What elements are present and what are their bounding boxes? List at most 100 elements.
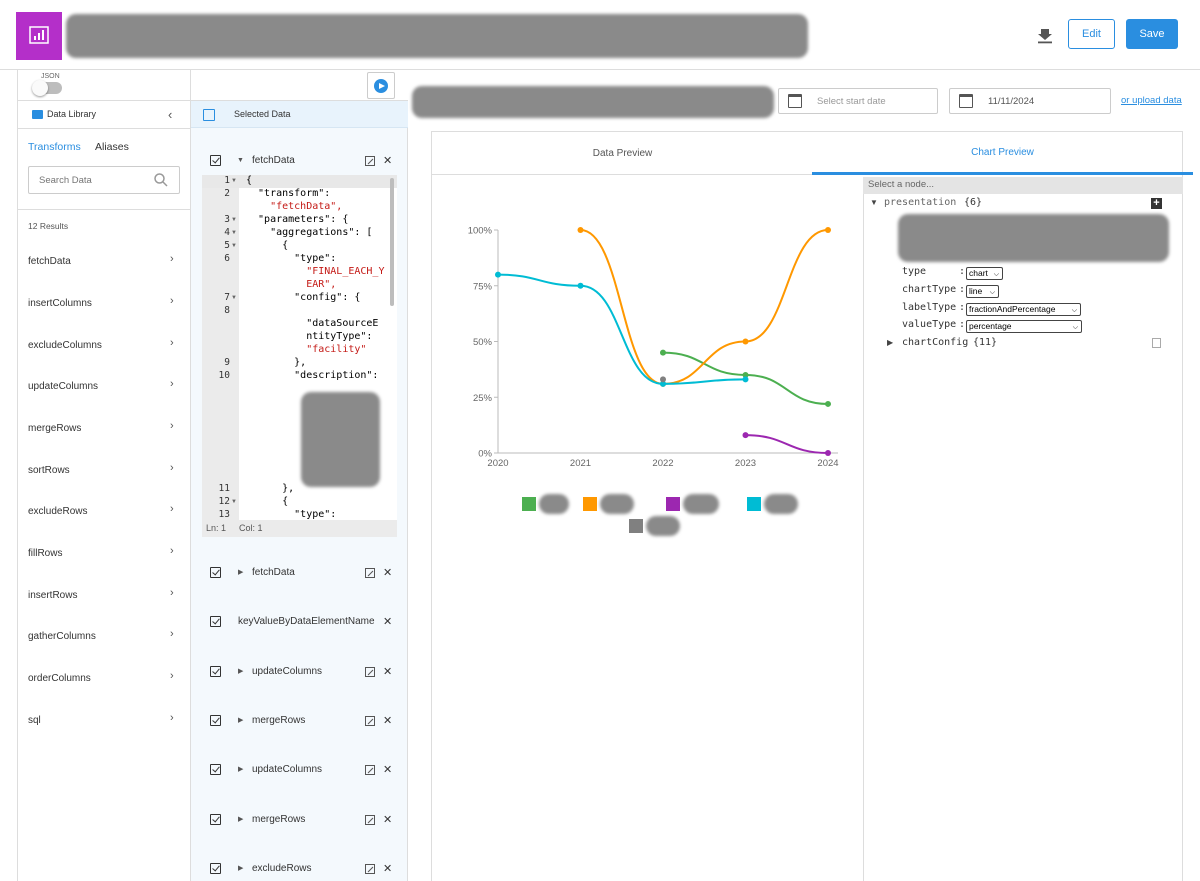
transform-item[interactable]: sortRows › [18,461,190,483]
collapse-chevron-icon[interactable]: ‹ [168,107,172,122]
search-input[interactable] [39,175,149,186]
code-line: { [246,496,289,507]
add-node-icon[interactable]: + [1151,198,1162,209]
node-search-input[interactable]: Select a node... [863,177,1183,194]
transform-item-label: sql [28,715,41,726]
transform-item-label: updateColumns [28,381,99,392]
legend-swatch[interactable] [583,497,597,511]
transform-item[interactable]: insertColumns › [18,294,190,316]
close-icon[interactable]: ✕ [383,862,392,875]
presentation-count: {6} [964,197,983,208]
collapse-arrow-icon[interactable]: ▼ [237,157,244,164]
fold-arrow-icon[interactable]: ▼ [231,243,237,249]
close-icon[interactable]: ✕ [383,714,392,727]
line-number: 8 [224,305,230,316]
tab-aliases[interactable]: Aliases [95,141,129,153]
expand-arrow-icon[interactable]: ▶ [238,716,243,724]
expand-arrow-icon[interactable]: ▶ [238,815,243,823]
transform-item[interactable]: updateColumns › [18,377,190,399]
data-point [660,376,666,383]
copy-icon[interactable] [1152,338,1161,348]
transform-item[interactable]: excludeColumns › [18,336,190,358]
legend-swatch[interactable] [629,519,643,533]
prop-value-select[interactable]: fractionAndPercentage ⌵ [966,303,1081,316]
prop-value-select[interactable]: chart ⌵ [966,267,1003,280]
series-line [497,273,746,385]
step-checkbox[interactable] [210,863,221,874]
save-button[interactable]: Save [1126,19,1178,49]
start-date-field[interactable]: Select start date [778,88,938,114]
step-label: keyValueByDataElementName [238,616,375,627]
legend-swatch[interactable] [747,497,761,511]
fold-arrow-icon[interactable]: ▼ [231,217,237,223]
step-label: mergeRows [252,814,306,825]
close-icon[interactable]: ✕ [383,763,392,776]
close-icon[interactable]: ✕ [383,154,392,167]
expand-arrow-icon[interactable]: ▶ [238,765,243,773]
presentation-node[interactable]: presentation [884,197,956,208]
transform-item[interactable]: excludeRows › [18,502,190,524]
maximize-icon[interactable] [365,765,375,775]
tab-chart-preview[interactable]: Chart Preview [812,132,1193,175]
maximize-icon[interactable] [365,864,375,874]
fold-arrow-icon[interactable]: ▼ [231,230,237,236]
line-number: 4 [224,227,230,238]
search-box[interactable] [28,166,180,194]
transform-item[interactable]: sql › [18,711,190,733]
step-checkbox[interactable] [210,666,221,677]
transform-item-label: gatherColumns [28,631,96,642]
step-checkbox[interactable] [210,567,221,578]
expand-arrow-icon[interactable]: ▼ [870,198,878,207]
download-icon [1038,29,1052,44]
code-line: "config": { [246,292,361,303]
prop-value-select[interactable]: percentage ⌵ [966,320,1082,333]
transform-item[interactable]: gatherColumns › [18,627,190,649]
tab-transforms[interactable]: Transforms [28,141,81,153]
transform-item-label: orderColumns [28,673,91,684]
maximize-icon[interactable] [365,716,375,726]
expand-arrow-icon[interactable]: ▶ [238,667,243,675]
step-checkbox[interactable] [210,715,221,726]
legend-swatch[interactable] [522,497,536,511]
transform-item[interactable]: mergeRows › [18,419,190,441]
line-number: 12 [218,496,230,507]
transform-item[interactable]: fillRows › [18,544,190,566]
editor-scrollbar[interactable] [390,178,394,306]
data-library-header: Data Library ‹ [18,101,190,129]
expand-arrow-icon[interactable]: ▶ [887,338,893,347]
fold-arrow-icon[interactable]: ▼ [231,295,237,301]
maximize-icon[interactable] [365,568,375,578]
close-icon[interactable]: ✕ [383,813,392,826]
step-checkbox[interactable] [210,155,221,166]
chart-config-node[interactable]: chartConfig [902,337,968,348]
step-checkbox[interactable] [210,814,221,825]
edit-button[interactable]: Edit [1068,19,1115,49]
tab-data-preview[interactable]: Data Preview [432,132,813,175]
transform-item[interactable]: insertRows › [18,586,190,608]
fold-arrow-icon[interactable]: ▼ [231,178,237,184]
expand-arrow-icon[interactable]: ▶ [238,864,243,872]
expand-arrow-icon[interactable]: ▶ [238,568,243,576]
step-checkbox[interactable] [210,616,221,627]
end-date-value: 11/11/2024 [988,96,1035,107]
step-checkbox[interactable] [210,764,221,775]
maximize-icon[interactable] [365,156,375,166]
code-line: }, [246,357,307,368]
transform-item[interactable]: orderColumns › [18,669,190,691]
prop-value-select[interactable]: line ⌵ [966,285,999,298]
legend-swatch[interactable] [666,497,680,511]
upload-data-link[interactable]: or upload data [1121,95,1182,106]
end-date-field[interactable]: 11/11/2024 [949,88,1111,114]
data-point [660,349,666,356]
transform-item[interactable]: fetchData › [18,252,190,274]
download-button[interactable] [1034,24,1056,46]
maximize-icon[interactable] [365,815,375,825]
run-button[interactable] [367,72,395,99]
close-icon[interactable]: ✕ [383,665,392,678]
close-icon[interactable]: ✕ [383,566,392,579]
maximize-icon[interactable] [365,667,375,677]
fold-arrow-icon[interactable]: ▼ [231,499,237,505]
chart-logo-icon [16,12,62,60]
close-icon[interactable]: ✕ [383,615,392,628]
series-line [745,434,829,454]
